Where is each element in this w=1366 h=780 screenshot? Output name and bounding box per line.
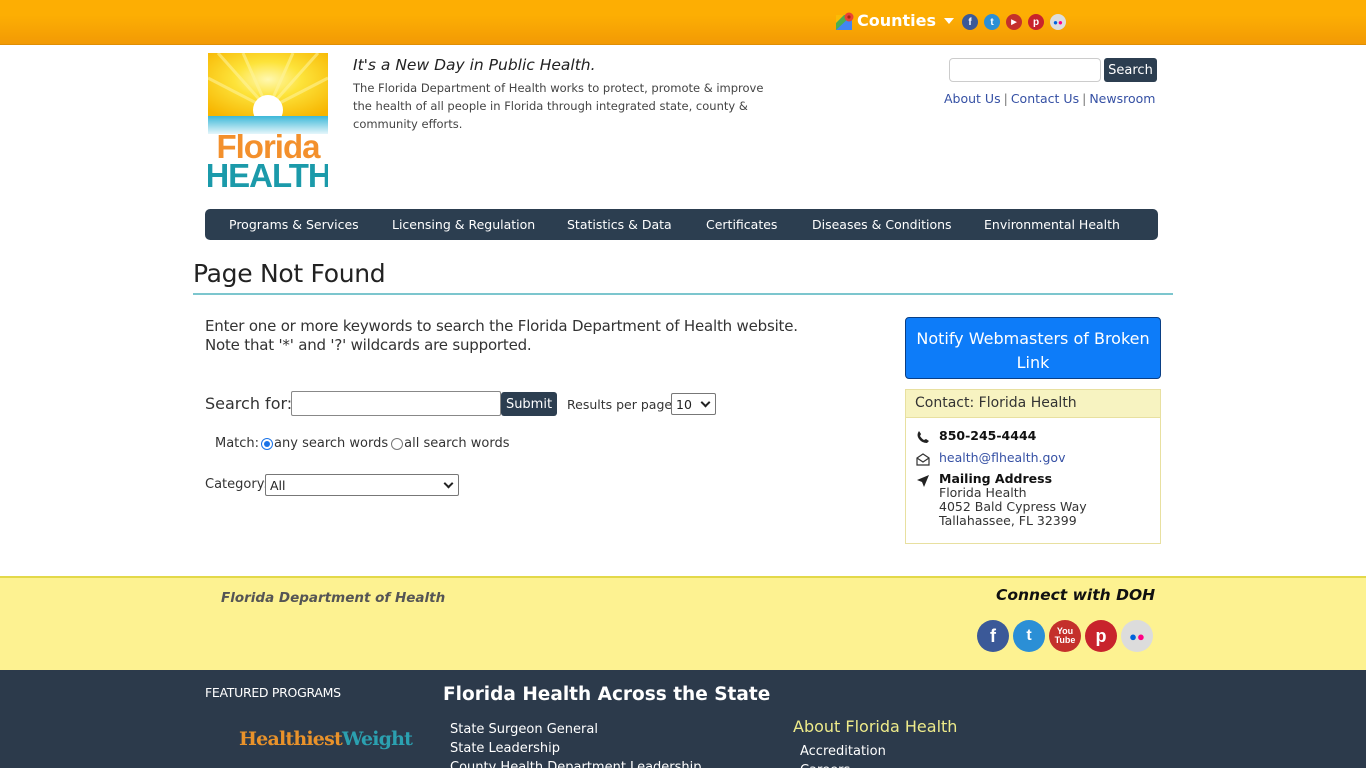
footer-link[interactable]: State Leadership: [450, 739, 702, 758]
footer-link[interactable]: State Surgeon General: [450, 720, 702, 739]
about-links: Accreditation Careers: [800, 742, 886, 780]
search-for-label: Search for:: [205, 394, 293, 413]
contact-box: Contact: Florida Health 850-245-4444 hea…: [905, 389, 1161, 544]
nav-licensing-regulation[interactable]: Licensing & Regulation: [392, 217, 535, 232]
envelope-icon: [916, 453, 930, 466]
across-the-state-links: State Surgeon General State Leadership C…: [450, 720, 702, 777]
footer-link[interactable]: Accreditation: [800, 742, 886, 761]
notify-webmasters-button[interactable]: Notify Webmasters of Broken Link: [905, 317, 1161, 379]
match-label: Match:: [215, 436, 260, 451]
about-us-link[interactable]: About Us: [944, 91, 1001, 106]
separator: |: [1003, 91, 1008, 106]
featured-programs-title: FEATURED PROGRAMS: [205, 685, 341, 700]
nav-environmental-health[interactable]: Environmental Health: [984, 217, 1120, 232]
newsroom-link[interactable]: Newsroom: [1089, 91, 1155, 106]
contact-us-link[interactable]: Contact Us: [1011, 91, 1079, 106]
title-divider: [193, 293, 1173, 295]
header-search-button[interactable]: Search: [1104, 58, 1157, 82]
footer-org-name: Florida Department of Health: [221, 590, 446, 606]
intro-text: Enter one or more keywords to search the…: [205, 317, 798, 355]
healthiest-weight-logo[interactable]: HealthiestWeight: [239, 728, 413, 750]
flickr-icon[interactable]: ● ●: [1121, 620, 1153, 652]
footer-link[interactable]: Careers: [800, 761, 886, 780]
results-per-page-value: 10: [676, 396, 692, 412]
results-per-page-label: Results per page:: [567, 397, 677, 412]
twitter-icon[interactable]: t: [1013, 620, 1045, 652]
header-description: The Florida Department of Health works t…: [353, 81, 764, 131]
pinterest-icon[interactable]: p: [1028, 14, 1044, 30]
category-label: Category:: [205, 477, 268, 492]
footer-banner: [0, 576, 1366, 670]
address-line: Florida Health: [939, 485, 1027, 500]
search-for-input[interactable]: [291, 391, 501, 416]
page-title: Page Not Found: [193, 259, 386, 288]
intro-line-2: Note that '*' and '?' wildcards are supp…: [205, 336, 532, 354]
contact-phone: 850-245-4444: [916, 428, 1036, 444]
nav-programs-services[interactable]: Programs & Services: [229, 217, 359, 232]
svg-text:HEALTH: HEALTH: [208, 157, 328, 188]
contact-email: health@flhealth.gov: [916, 450, 1065, 466]
intro-line-1: Enter one or more keywords to search the…: [205, 317, 798, 335]
nav-diseases-conditions[interactable]: Diseases & Conditions: [812, 217, 952, 232]
facebook-icon[interactable]: f: [962, 14, 978, 30]
header-links: About Us | Contact Us | Newsroom: [944, 91, 1155, 106]
address-line: 4052 Bald Cypress Way: [939, 499, 1087, 514]
nav-certificates[interactable]: Certificates: [706, 217, 777, 232]
google-maps-icon: [836, 12, 854, 30]
radio-any-label: any search words: [274, 436, 389, 451]
flickr-icon[interactable]: ● ●: [1050, 14, 1066, 30]
youtube-icon[interactable]: You Tube: [1049, 620, 1081, 652]
header-search-input[interactable]: [949, 58, 1101, 82]
phone-number[interactable]: 850-245-4444: [939, 428, 1036, 444]
chevron-down-icon: [700, 397, 711, 408]
chevron-down-icon: [443, 478, 454, 489]
top-social-links: f t ▶ p ● ●: [962, 14, 1066, 30]
about-florida-health-title: About Florida Health: [793, 717, 958, 736]
florida-health-logo[interactable]: Florida HEALTH: [208, 53, 328, 188]
results-per-page-select[interactable]: 10: [671, 393, 716, 415]
logo-part: Healthiest: [239, 728, 343, 750]
counties-menu[interactable]: Counties: [836, 11, 955, 30]
address-title: Mailing Address: [939, 471, 1053, 486]
tagline: It's a New Day in Public Health.: [353, 56, 596, 74]
category-select[interactable]: All: [265, 474, 459, 496]
main-nav: Programs & Services Licensing & Regulati…: [205, 209, 1158, 240]
phone-icon: [917, 431, 929, 443]
contact-title: Contact: Florida Health: [906, 390, 1160, 418]
counties-label: Counties: [857, 11, 937, 30]
facebook-icon[interactable]: f: [977, 620, 1009, 652]
category-value: All: [270, 477, 286, 493]
footer-social-links: f t You Tube p ● ●: [977, 620, 1153, 652]
contact-address: Mailing Address Florida Health 4052 Bald…: [916, 472, 1087, 528]
nav-statistics-data[interactable]: Statistics & Data: [567, 217, 672, 232]
radio-any-search-words[interactable]: [261, 437, 274, 450]
twitter-icon[interactable]: t: [984, 14, 1000, 30]
submit-button[interactable]: Submit: [501, 392, 557, 416]
separator: |: [1082, 91, 1087, 106]
across-the-state-title: Florida Health Across the State: [443, 684, 771, 705]
email-link[interactable]: health@flhealth.gov: [939, 450, 1065, 466]
top-bar: Counties f t ▶ p ● ●: [0, 0, 1366, 45]
address-line: Tallahassee, FL 32399: [939, 513, 1077, 528]
connect-title: Connect with DOH: [996, 586, 1156, 604]
location-arrow-icon: [917, 475, 929, 487]
radio-all-label: all search words: [404, 436, 510, 451]
youtube-icon[interactable]: ▶: [1006, 14, 1022, 30]
match-options: Match: any search words all search words: [215, 436, 510, 451]
pinterest-icon[interactable]: p: [1085, 620, 1117, 652]
chevron-down-icon: [944, 17, 955, 24]
logo-part: Weight: [341, 728, 413, 750]
radio-all-search-words[interactable]: [391, 437, 404, 450]
